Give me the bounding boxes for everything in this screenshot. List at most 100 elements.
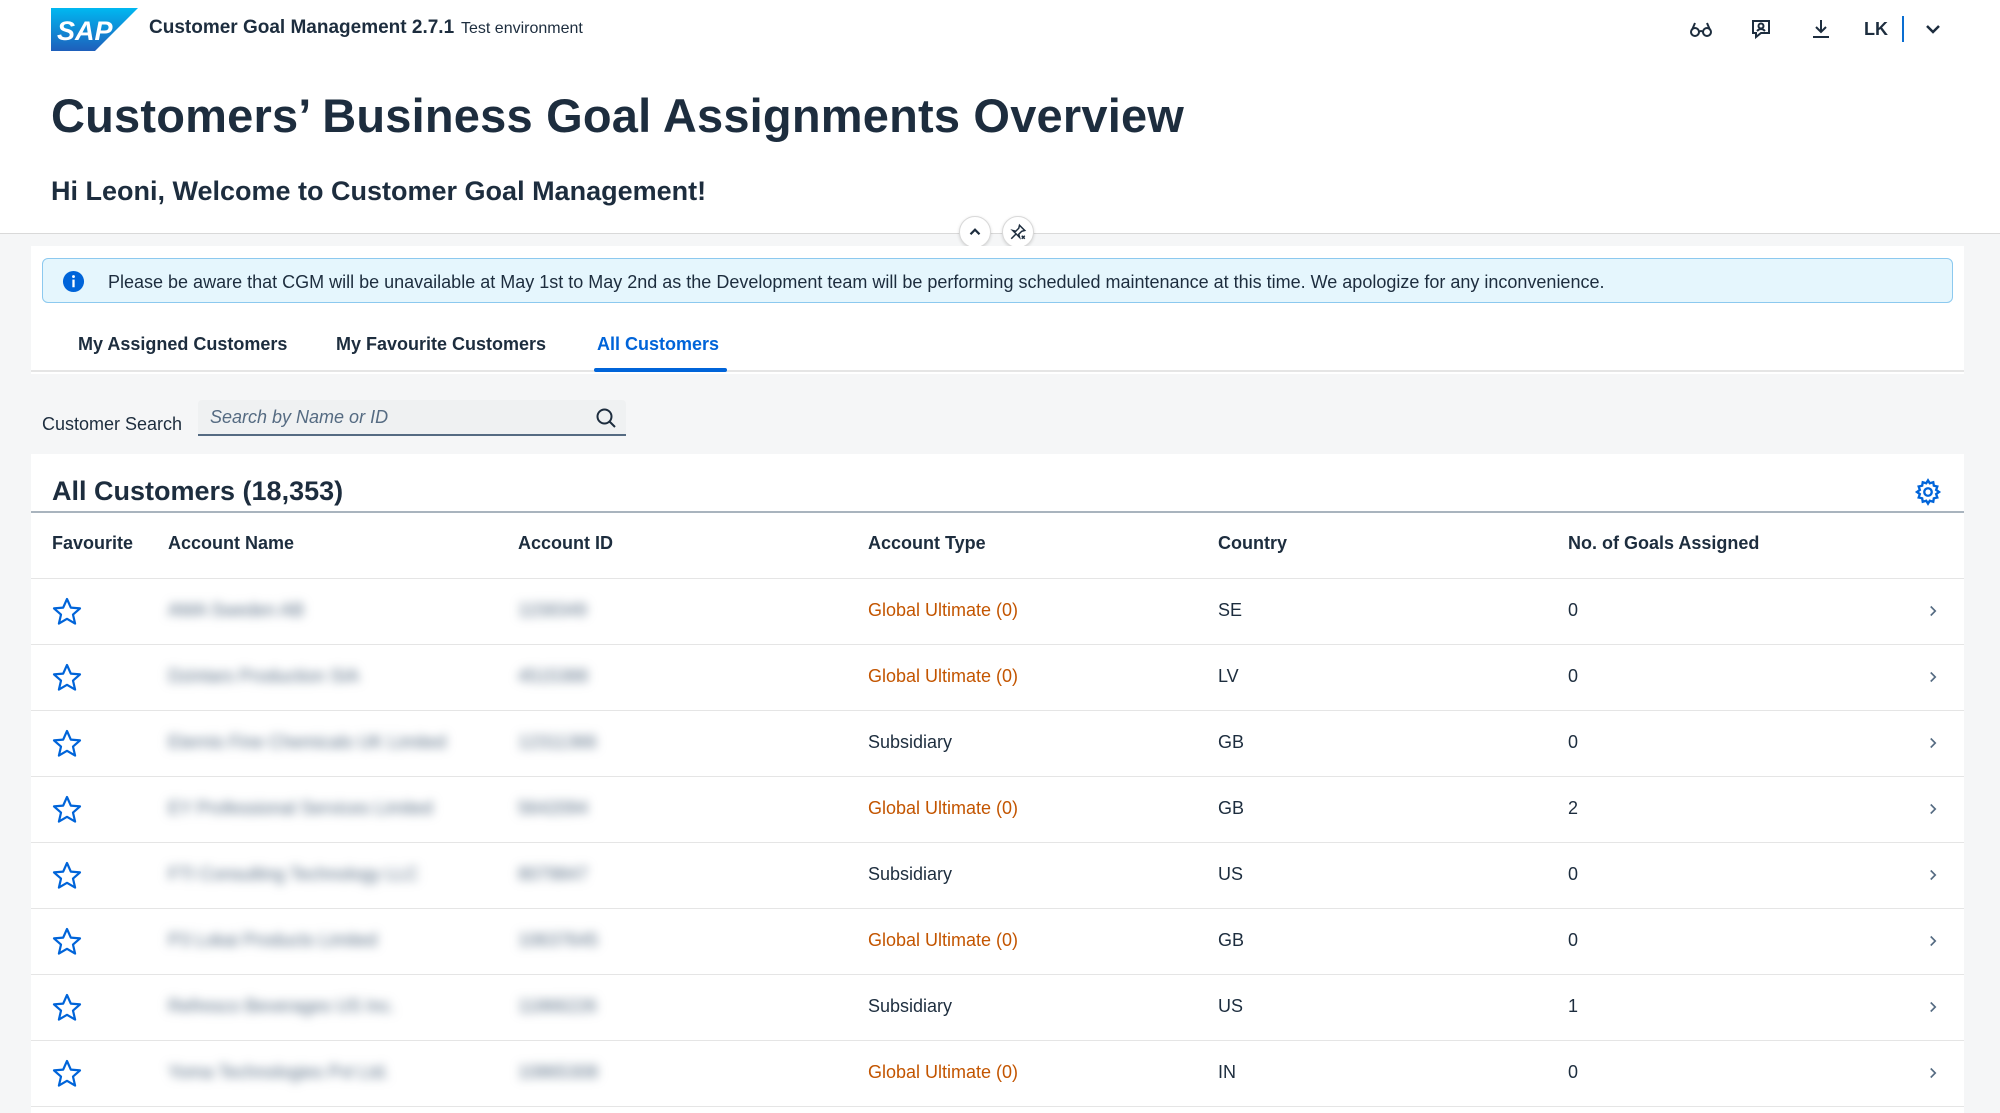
chevron-right-icon[interactable] [1924, 866, 1942, 884]
chevron-up-icon [969, 228, 981, 236]
country: IN [1218, 1062, 1236, 1082]
app-title: Customer Goal Management 2.7.1 [149, 17, 455, 38]
chevron-right-icon[interactable] [1924, 668, 1942, 686]
glasses-icon[interactable] [1684, 12, 1718, 46]
table-body: AMA Sweden AB 1158349 Global Ultimate (0… [31, 579, 1964, 1107]
tab-bar: My Assigned Customers My Favourite Custo… [31, 312, 1964, 372]
column-header-favourite[interactable]: Favourite [52, 533, 133, 554]
star-icon[interactable] [51, 728, 83, 760]
goals-assigned: 0 [1568, 600, 1579, 620]
star-icon[interactable] [51, 794, 83, 826]
svg-text:SAP: SAP [57, 16, 114, 46]
country: GB [1218, 798, 1245, 818]
account-name: EY Professional Services Limited [168, 798, 433, 818]
user-avatar[interactable]: LK [1864, 19, 1888, 40]
table-row[interactable]: FTI Consulting Technology LLC 8079847 Su… [31, 843, 1964, 909]
account-name: Eternis Fine Chemicals UK Limited [168, 732, 447, 752]
account-id: 1158349 [518, 600, 587, 620]
chevron-right-icon[interactable] [1924, 602, 1942, 620]
star-icon[interactable] [51, 860, 83, 892]
account-id: 10865308 [518, 1062, 599, 1082]
search-icon[interactable] [594, 406, 618, 430]
account-type: Subsidiary [868, 864, 953, 884]
chevron-down-icon[interactable] [1916, 12, 1950, 46]
search-input[interactable] [210, 406, 580, 428]
active-tab-indicator [594, 368, 727, 372]
star-icon[interactable] [51, 926, 83, 958]
account-id: 10637645 [518, 930, 599, 950]
goals-assigned: 0 [1568, 930, 1579, 950]
chevron-right-icon[interactable] [1924, 800, 1942, 818]
account-name: Dzintars Production SIA [168, 666, 360, 686]
country: US [1218, 996, 1244, 1016]
chevron-right-icon[interactable] [1924, 1064, 1942, 1082]
welcome-message: Hi Leoni, Welcome to Customer Goal Manag… [51, 176, 707, 206]
country: GB [1218, 732, 1245, 752]
star-icon[interactable] [51, 1058, 83, 1090]
table-row[interactable]: EY Professional Services Limited 5642094… [31, 777, 1964, 843]
table-header: Favourite Account Name Account ID Accoun… [31, 513, 1964, 579]
column-header-account-type[interactable]: Account Type [868, 533, 986, 554]
star-icon[interactable] [51, 662, 83, 694]
chevron-right-icon[interactable] [1924, 932, 1942, 950]
unpin-icon [1010, 223, 1027, 240]
account-name: P3 Lokai Products Limited [168, 930, 378, 950]
page-header: Customers’ Business Goal Assignments Ove… [0, 58, 2000, 234]
column-header-goals-assigned[interactable]: No. of Goals Assigned [1568, 533, 1759, 554]
account-type: Global Ultimate (0) [868, 930, 1019, 950]
account-id: 4515388 [518, 666, 589, 686]
account-name: Refresco Beverages US Inc. [168, 996, 396, 1016]
column-header-country[interactable]: Country [1218, 533, 1287, 554]
account-type: Global Ultimate (0) [868, 666, 1019, 686]
table-row[interactable]: AMA Sweden AB 1158349 Global Ultimate (0… [31, 579, 1964, 645]
feedback-icon[interactable] [1744, 12, 1778, 46]
info-message-strip: Please be aware that CGM will be unavail… [42, 258, 1953, 303]
page-title: Customers’ Business Goal Assignments Ove… [51, 89, 1185, 142]
account-type: Global Ultimate (0) [868, 798, 1019, 818]
customer-search-field[interactable] [198, 400, 626, 436]
tab-all-customers[interactable]: All Customers [597, 334, 719, 355]
goals-assigned: 0 [1568, 732, 1579, 752]
search-label: Customer Search [42, 414, 183, 434]
info-icon [62, 270, 85, 293]
main-content: Please be aware that CGM will be unavail… [31, 246, 1964, 1113]
sap-logo[interactable]: SAP [51, 8, 138, 51]
table-row[interactable]: Dzintars Production SIA 4515388 Global U… [31, 645, 1964, 711]
collapse-header-button[interactable] [959, 216, 991, 248]
shell-bar: SAP Customer Goal Management 2.7.1 Test … [0, 0, 2000, 58]
account-name: AMA Sweden AB [168, 600, 305, 620]
chevron-right-icon[interactable] [1924, 734, 1942, 752]
country: SE [1218, 600, 1243, 620]
customers-table: All Customers (18,353) Favourite Account… [31, 454, 1964, 1113]
table-row[interactable]: Refresco Beverages US Inc. 11866226 Subs… [31, 975, 1964, 1041]
goals-assigned: 0 [1568, 666, 1579, 686]
account-name: FTI Consulting Technology LLC [168, 864, 419, 884]
pin-header-button[interactable] [1002, 216, 1034, 248]
info-message-text: Please be aware that CGM will be unavail… [108, 272, 1605, 292]
download-icon[interactable] [1804, 12, 1838, 46]
table-row[interactable]: P3 Lokai Products Limited 10637645 Globa… [31, 909, 1964, 975]
column-header-account-id[interactable]: Account ID [518, 533, 613, 554]
table-row[interactable]: Eternis Fine Chemicals UK Limited 123113… [31, 711, 1964, 777]
goals-assigned: 2 [1568, 798, 1579, 818]
star-icon[interactable] [51, 596, 83, 628]
account-id: 8079847 [518, 864, 589, 884]
account-id: 11866226 [518, 996, 597, 1016]
account-type: Global Ultimate (0) [868, 1062, 1019, 1082]
chevron-right-icon[interactable] [1924, 998, 1942, 1016]
goals-assigned: 0 [1568, 864, 1579, 884]
account-type: Subsidiary [868, 996, 953, 1016]
goals-assigned: 1 [1568, 996, 1579, 1016]
gear-icon[interactable] [1914, 478, 1942, 506]
shell-actions: LK [1684, 10, 1950, 48]
star-icon[interactable] [51, 992, 83, 1024]
column-header-account-name[interactable]: Account Name [168, 533, 294, 554]
country: LV [1218, 666, 1239, 686]
country: US [1218, 864, 1244, 884]
account-type: Global Ultimate (0) [868, 600, 1019, 620]
divider [1902, 16, 1904, 42]
filter-bar: Customer Search [31, 374, 1964, 454]
table-row[interactable]: Yoma Technologies Pvt Ltd. 10865308 Glob… [31, 1041, 1964, 1107]
tab-my-favourite-customers[interactable]: My Favourite Customers [336, 334, 546, 355]
tab-my-assigned-customers[interactable]: My Assigned Customers [78, 334, 287, 355]
